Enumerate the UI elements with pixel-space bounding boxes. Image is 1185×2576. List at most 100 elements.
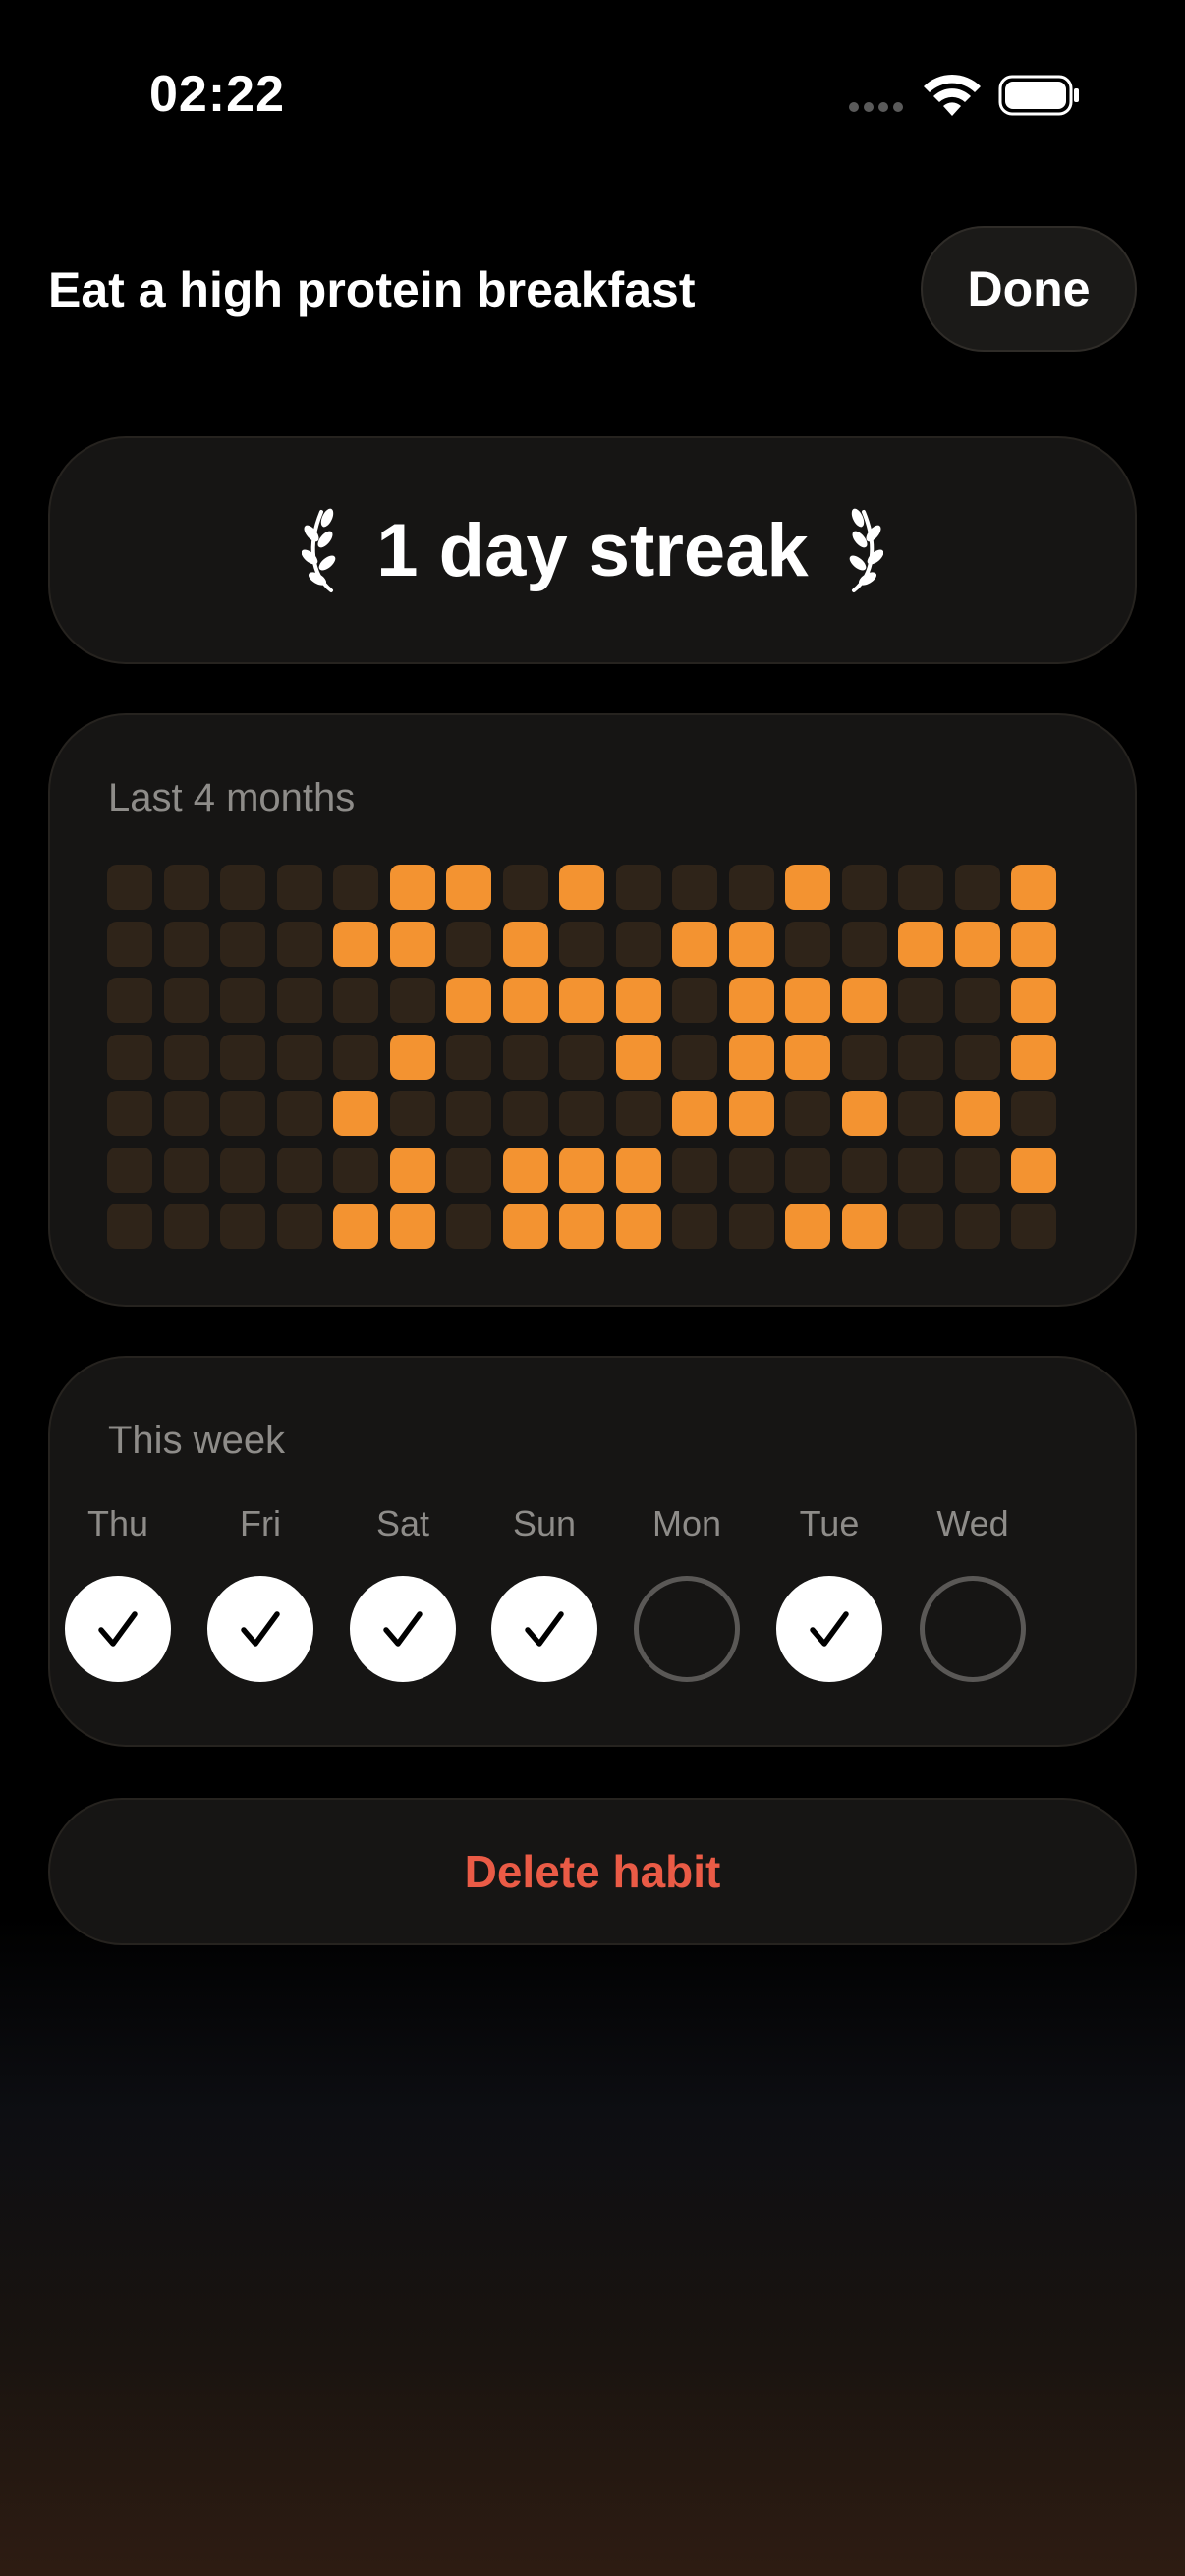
history-cell-empty <box>220 978 265 1023</box>
history-cell-empty <box>163 1091 209 1136</box>
week-card: This week Thu Fri Sat Sun Mon Tue Wed <box>48 1356 1137 1747</box>
history-cell-empty <box>107 865 152 910</box>
history-cell-empty <box>728 1204 774 1249</box>
day-tue: Tue <box>775 1503 883 1682</box>
history-cell-done <box>1011 921 1056 967</box>
history-cell-done <box>446 865 491 910</box>
history-cell-done <box>502 1204 548 1249</box>
history-cell-empty <box>672 1147 717 1193</box>
habit-title: Eat a high protein breakfast <box>48 262 696 317</box>
history-cell-empty <box>841 1147 887 1193</box>
history-cell-done <box>615 1204 661 1249</box>
wifi-icon <box>924 74 981 116</box>
history-cell-done <box>1011 865 1056 910</box>
day-label: Sun <box>512 1503 577 1543</box>
day-label: Fri <box>240 1503 281 1543</box>
day-toggle-unchecked[interactable] <box>920 1576 1026 1682</box>
history-cell-empty <box>728 1147 774 1193</box>
history-cell-empty <box>389 978 435 1023</box>
history-cell-done <box>559 865 604 910</box>
history-cell-done <box>333 1091 378 1136</box>
history-cell-empty <box>954 865 1000 910</box>
history-cell-done <box>615 1147 661 1193</box>
day-toggle-unchecked[interactable] <box>634 1576 740 1682</box>
week-label: This week <box>108 1419 286 1462</box>
history-cell-empty <box>502 1091 548 1136</box>
history-cell-empty <box>559 921 604 967</box>
history-cell-empty <box>898 978 943 1023</box>
history-cell-empty <box>898 1034 943 1080</box>
day-label: Tue <box>799 1503 860 1543</box>
history-cell-empty <box>276 978 322 1023</box>
day-toggle-checked[interactable] <box>776 1576 882 1682</box>
history-cell-empty <box>841 865 887 910</box>
checkmark-icon <box>525 1611 564 1647</box>
delete-habit-button[interactable]: Delete habit <box>465 1845 721 1898</box>
history-cell-empty <box>276 865 322 910</box>
delete-card[interactable]: Delete habit <box>48 1798 1137 1945</box>
history-cell-done <box>389 921 435 967</box>
history-cell-empty <box>276 1091 322 1136</box>
history-cell-empty <box>841 921 887 967</box>
history-cell-done <box>559 978 604 1023</box>
day-sat: Sat <box>349 1503 457 1682</box>
history-cell-empty <box>107 1147 152 1193</box>
history-cell-empty <box>898 1091 943 1136</box>
history-cell-empty <box>107 921 152 967</box>
history-cell-done <box>389 865 435 910</box>
history-cell-done <box>785 1204 830 1249</box>
checkmark-icon <box>241 1611 280 1647</box>
history-cell-empty <box>898 1147 943 1193</box>
day-toggle-checked[interactable] <box>350 1576 456 1682</box>
history-cell-empty <box>559 1034 604 1080</box>
day-toggle-checked[interactable] <box>65 1576 171 1682</box>
history-cell-done <box>785 1034 830 1080</box>
history-cell-done <box>615 1034 661 1080</box>
history-label: Last 4 months <box>108 776 356 819</box>
history-cell-done <box>841 1091 887 1136</box>
day-label: Thu <box>86 1503 149 1543</box>
history-cell-empty <box>107 978 152 1023</box>
history-cell-done <box>898 921 943 967</box>
history-card: Last 4 months <box>48 713 1137 1307</box>
history-cell-empty <box>898 1204 943 1249</box>
history-cell-done <box>333 1204 378 1249</box>
history-cell-empty <box>1011 1204 1056 1249</box>
history-cell-empty <box>615 865 661 910</box>
history-cell-empty <box>446 1034 491 1080</box>
history-cell-done <box>502 921 548 967</box>
history-cell-empty <box>785 1091 830 1136</box>
history-cell-done <box>672 921 717 967</box>
history-cell-done <box>728 978 774 1023</box>
checkmark-icon <box>810 1611 849 1647</box>
history-cell-empty <box>107 1034 152 1080</box>
history-cell-empty <box>220 865 265 910</box>
history-cell-done <box>672 1091 717 1136</box>
day-toggle-checked[interactable] <box>491 1576 597 1682</box>
day-label: Wed <box>936 1503 1009 1543</box>
history-cell-empty <box>163 1204 209 1249</box>
history-cell-done <box>615 978 661 1023</box>
history-cell-empty <box>841 1034 887 1080</box>
history-grid <box>107 865 1056 1249</box>
history-cell-empty <box>502 865 548 910</box>
day-thu: Thu <box>64 1503 172 1682</box>
history-cell-empty <box>220 1034 265 1080</box>
day-toggle-checked[interactable] <box>207 1576 313 1682</box>
history-cell-empty <box>446 1091 491 1136</box>
history-cell-empty <box>672 978 717 1023</box>
history-cell-done <box>841 1204 887 1249</box>
streak-text: 1 day streak <box>376 508 809 592</box>
history-cell-empty <box>1011 1091 1056 1136</box>
history-cell-empty <box>446 1204 491 1249</box>
history-cell-done <box>389 1034 435 1080</box>
history-cell-empty <box>446 1147 491 1193</box>
done-button[interactable]: Done <box>921 226 1137 352</box>
day-mon: Mon <box>633 1503 741 1682</box>
day-fri: Fri <box>206 1503 314 1682</box>
history-cell-empty <box>276 1034 322 1080</box>
day-label: Mon <box>651 1503 722 1543</box>
history-cell-done <box>785 865 830 910</box>
checkmark-icon <box>98 1611 138 1647</box>
history-cell-empty <box>898 865 943 910</box>
